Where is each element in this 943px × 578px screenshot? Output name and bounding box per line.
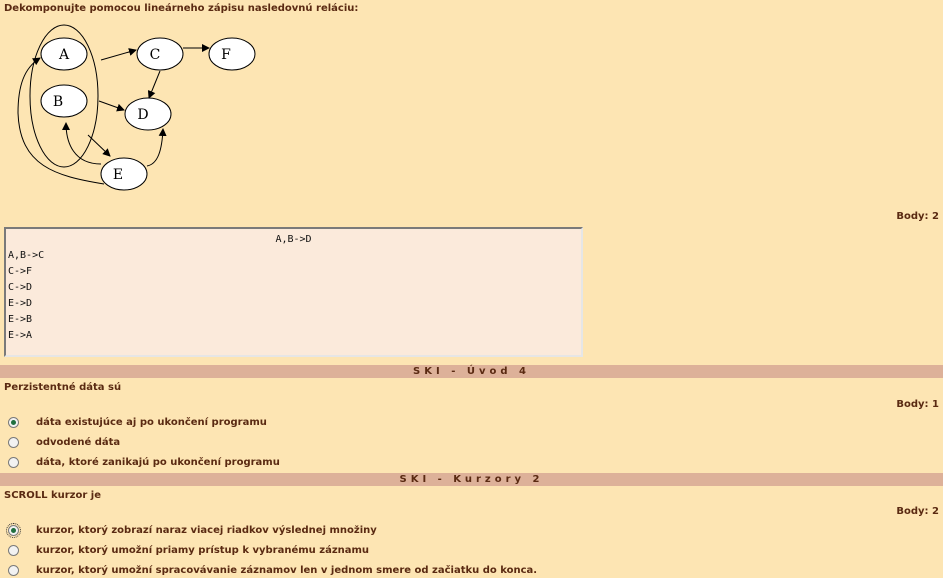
- answer-option[interactable]: kurzor, ktorý zobrazí naraz viacej riadk…: [6, 522, 377, 538]
- radio-button[interactable]: [6, 522, 21, 538]
- svg-text:D: D: [137, 107, 148, 123]
- answer-option[interactable]: kurzor, ktorý umožní spracovávanie zázna…: [8, 562, 537, 578]
- answer-line: A,B->C: [8, 250, 45, 261]
- node-a: A: [40, 37, 88, 71]
- radio-button[interactable]: [8, 436, 19, 448]
- svg-text:F: F: [221, 47, 231, 63]
- question-text: SCROLL kurzor je: [4, 490, 101, 501]
- svg-text:C: C: [150, 47, 161, 63]
- relation-graph: A B C F D E: [17, 24, 256, 191]
- section-header: SKI - Kurzory 2: [0, 473, 943, 486]
- answer-option[interactable]: dáta, ktoré zanikajú po ukončení program…: [8, 454, 280, 470]
- option-label: kurzor, ktorý umožní spracovávanie zázna…: [36, 564, 538, 576]
- edge-ab-c: [100, 48, 137, 61]
- svg-text:E: E: [113, 167, 123, 183]
- answer-option[interactable]: odvodené dáta: [8, 434, 120, 450]
- edge-e-d: [146, 128, 167, 167]
- radio-button[interactable]: [8, 544, 19, 556]
- answer-line: A,B->D: [275, 234, 312, 245]
- radio-button[interactable]: [8, 416, 19, 428]
- svg-text:A: A: [58, 47, 70, 63]
- answer-option[interactable]: dáta existujúce aj po ukončení programu: [8, 414, 267, 430]
- option-label: dáta existujúce aj po ukončení programu: [36, 416, 267, 428]
- answer-line: C->F: [8, 266, 33, 277]
- option-label: kurzor, ktorý zobrazí naraz viacej riadk…: [36, 524, 377, 536]
- question-text: Perzistentné dáta sú: [4, 382, 122, 393]
- option-label: dáta, ktoré zanikajú po ukončení program…: [36, 456, 280, 468]
- edge-ab-d: [98, 100, 125, 112]
- answer-textarea[interactable]: A,B->D A,B->C C->F C->D E->D E->B E->A: [4, 227, 583, 357]
- node-e: E: [100, 157, 148, 191]
- node-c: C: [136, 37, 184, 71]
- answer-line: E->B: [8, 314, 33, 325]
- radio-button[interactable]: [8, 564, 19, 576]
- answer-line: C->D: [8, 282, 33, 293]
- option-label: odvodené dáta: [36, 436, 121, 448]
- node-b: B: [40, 84, 88, 118]
- svg-text:B: B: [53, 94, 63, 110]
- radio-button[interactable]: [8, 456, 19, 468]
- section-header: SKI - Úvod 4: [0, 365, 943, 378]
- edge-ab-e: [87, 134, 111, 157]
- question-prompt: Dekomponujte pomocou lineárneho zápisu n…: [4, 3, 359, 14]
- option-label: kurzor, ktorý umožní priamy prístup k vy…: [36, 544, 370, 556]
- answer-option[interactable]: kurzor, ktorý umožní priamy prístup k vy…: [8, 542, 369, 558]
- answer-line: E->D: [8, 298, 33, 309]
- points-label: Body: 2: [896, 506, 939, 517]
- edge-c-d: [147, 70, 161, 99]
- node-d: D: [124, 97, 172, 131]
- node-f: F: [208, 37, 256, 71]
- points-label: Body: 2: [896, 211, 939, 222]
- answer-line: E->A: [8, 330, 33, 341]
- edge-e-b: [62, 122, 102, 165]
- points-label: Body: 1: [896, 399, 939, 410]
